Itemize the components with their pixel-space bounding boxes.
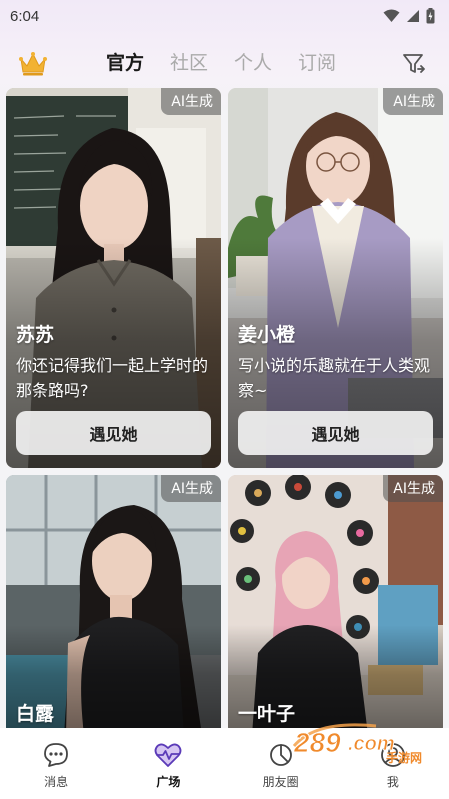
svg-text:手游网: 手游网 (386, 750, 422, 765)
nav-label: 我 (386, 775, 399, 789)
crown-icon[interactable] (18, 51, 48, 77)
ai-generated-badge: AI生成 (383, 88, 443, 115)
message-icon (42, 741, 70, 769)
character-name: 姜小橙 (238, 324, 296, 346)
wifi-icon (383, 9, 400, 23)
site-watermark: 289 .com 手游网 (286, 716, 436, 766)
character-card[interactable]: AI生成 姜小橙 写小说的乐趣就在于人类观察~ 遇见她 (228, 88, 443, 468)
watermark-logo: 289 .com 手游网 (293, 723, 422, 765)
tab-official[interactable]: 官方 (106, 50, 144, 76)
character-description: 写小说的乐趣就在于人类观察~ (238, 356, 431, 400)
tab-personal[interactable]: 个人 (234, 50, 272, 76)
tab-subscribed[interactable]: 订阅 (298, 50, 336, 76)
nav-messages[interactable]: 消息 (0, 728, 112, 799)
ai-generated-badge: AI生成 (161, 88, 221, 115)
character-card[interactable]: AI生成 苏苏 你还记得我们一起上学时的那条路吗? 遇见她 (6, 88, 221, 468)
status-time: 6:04 (10, 7, 40, 25)
character-card[interactable]: AI生成 白露 (6, 475, 221, 735)
tab-community[interactable]: 社区 (170, 50, 208, 76)
filter-icon[interactable] (401, 51, 427, 77)
top-header: 官方 社区 个人 订阅 (0, 38, 449, 88)
nav-label: 消息 (44, 775, 69, 789)
status-icons (383, 8, 435, 24)
nav-label: 朋友圈 (262, 775, 299, 789)
battery-charging-icon (426, 8, 435, 24)
signal-icon (406, 9, 420, 23)
nav-plaza[interactable]: 广场 (112, 728, 224, 799)
category-tabs: 官方 社区 个人 订阅 (106, 50, 362, 76)
nav-label: 广场 (156, 775, 181, 789)
character-description: 你还记得我们一起上学时的那条路吗? (16, 356, 209, 400)
character-card[interactable]: AI生成 一叶子 (228, 475, 443, 735)
ai-generated-badge: AI生成 (383, 475, 443, 502)
meet-her-button[interactable]: 遇见她 (238, 411, 433, 455)
svg-text:289: 289 (293, 727, 341, 758)
status-bar: 6:04 (0, 0, 449, 32)
character-name: 白露 (16, 703, 55, 725)
heart-icon (154, 741, 182, 769)
meet-her-button[interactable]: 遇见她 (16, 411, 211, 455)
ai-generated-badge: AI生成 (161, 475, 221, 502)
character-name: 苏苏 (16, 324, 55, 346)
